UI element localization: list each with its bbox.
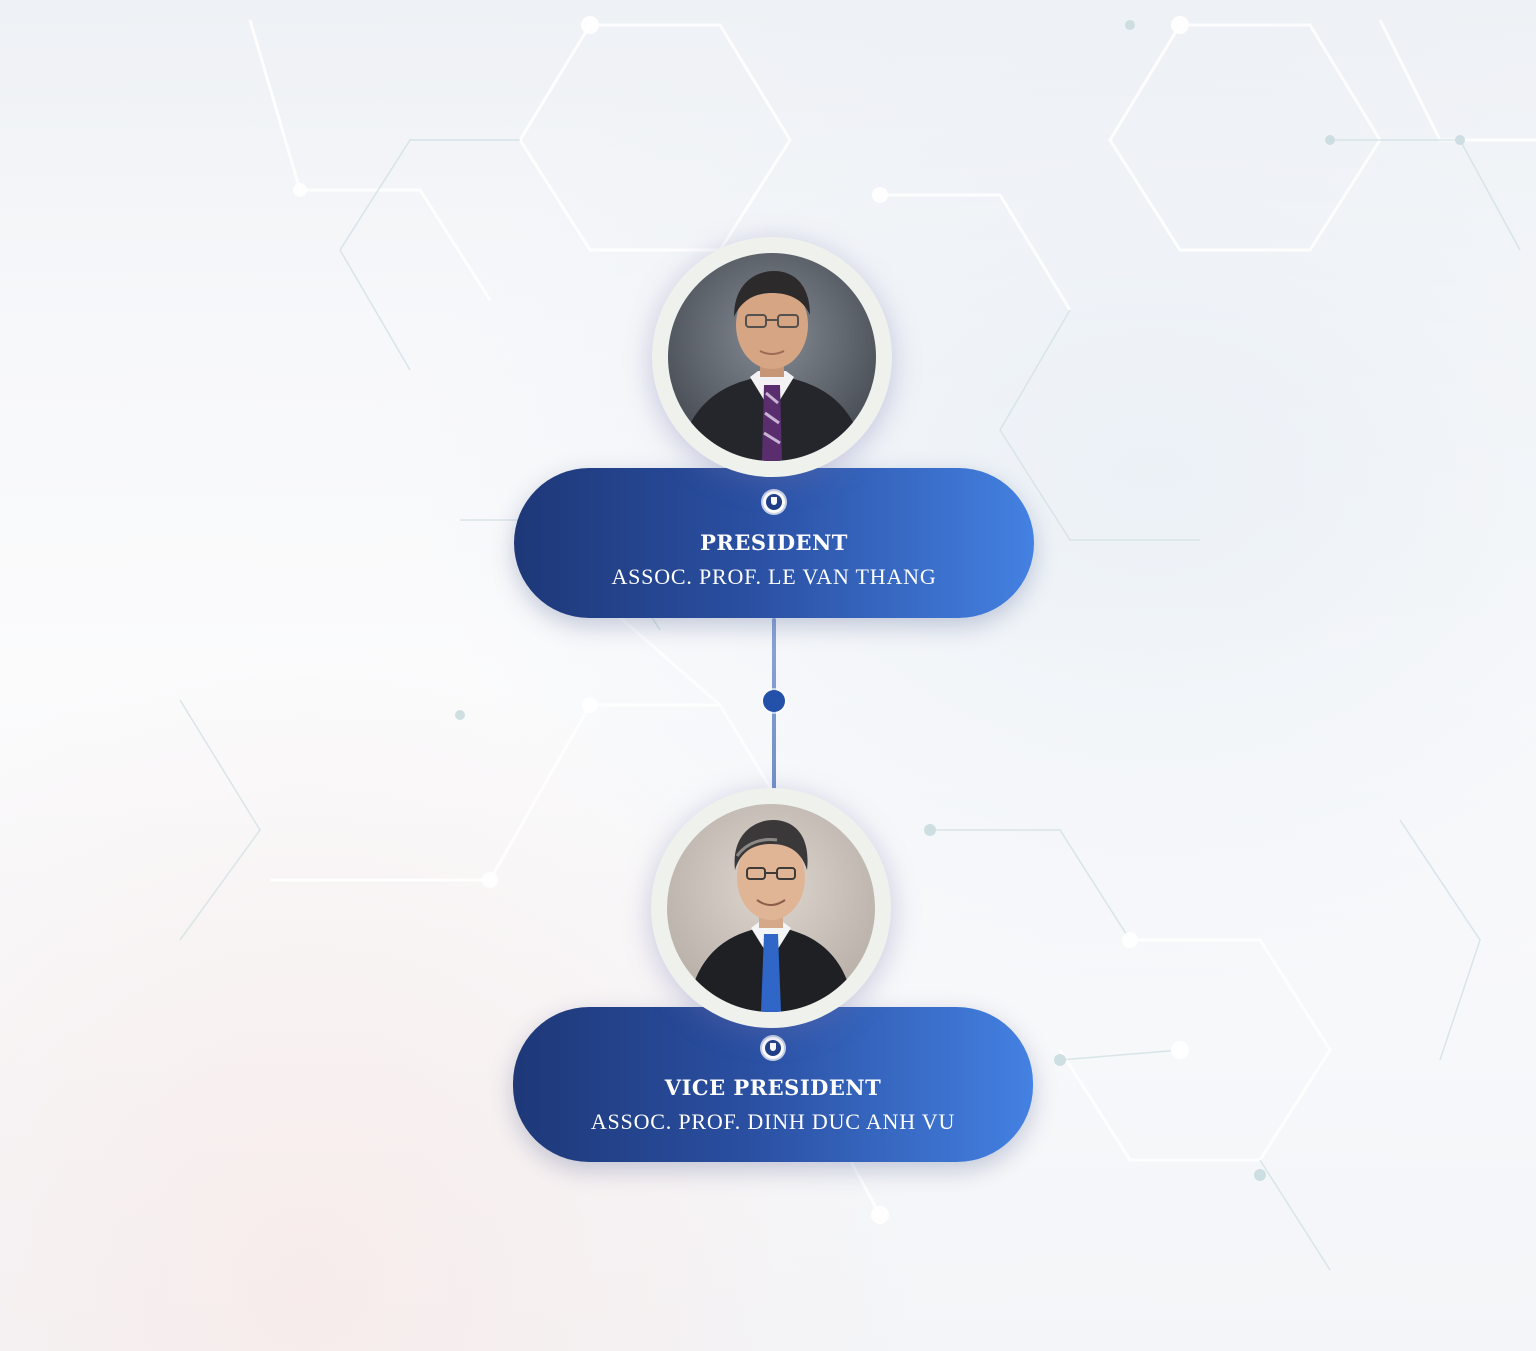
president-portrait-photo <box>668 253 876 461</box>
vice-president-card: VICE PRESIDENT ASSOC. PROF. DINH DUC ANH… <box>513 1007 1033 1162</box>
university-emblem-icon <box>763 491 785 513</box>
university-emblem-icon <box>762 1037 784 1059</box>
vice-president-avatar-ring <box>651 788 891 1028</box>
president-name: ASSOC. PROF. LE VAN THANG <box>611 564 937 589</box>
president-card: PRESIDENT ASSOC. PROF. LE VAN THANG <box>514 468 1034 618</box>
president-role-title: PRESIDENT <box>700 530 848 555</box>
vice-president-portrait-photo <box>667 804 875 1012</box>
connector-dot <box>763 690 785 712</box>
vice-president-role-title: VICE PRESIDENT <box>664 1075 882 1100</box>
vice-president-name: ASSOC. PROF. DINH DUC ANH VU <box>590 1109 956 1134</box>
president-avatar-ring <box>652 237 892 477</box>
